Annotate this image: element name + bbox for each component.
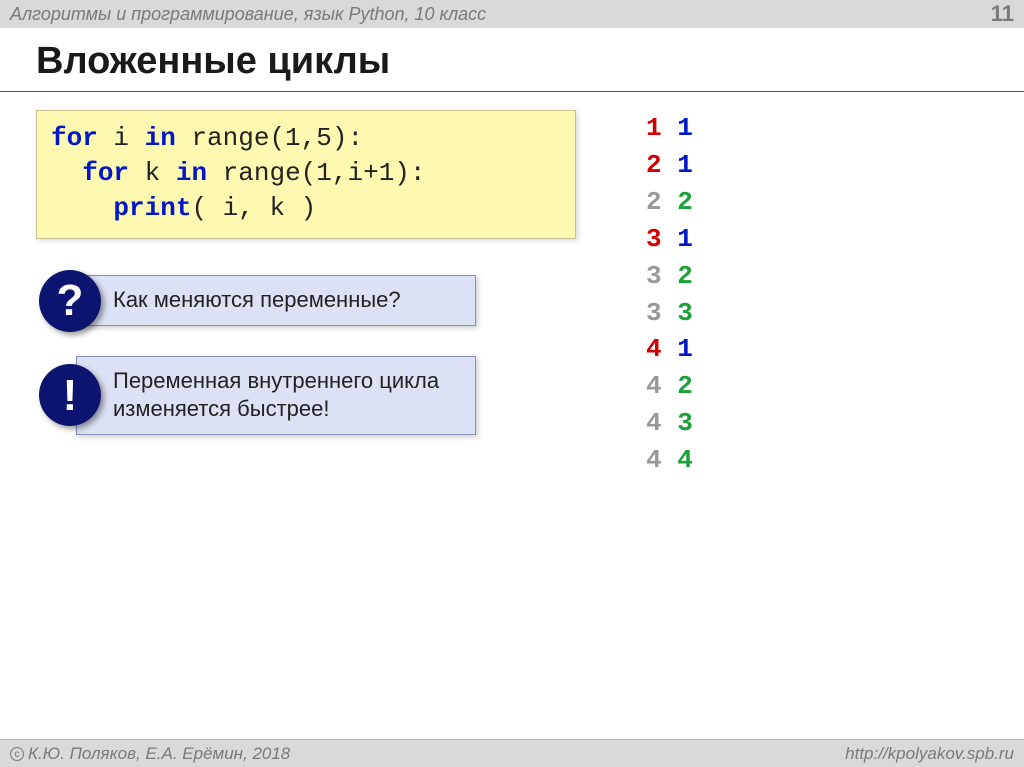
output-i: 2	[646, 150, 662, 180]
code-text: range(1,5):	[176, 123, 363, 153]
output-row: 4 4	[646, 442, 693, 479]
output-i: 3	[646, 224, 662, 254]
footer-bar: c К.Ю. Поляков, Е.А. Ерёмин, 2018 http:/…	[0, 739, 1024, 767]
footer-url: http://kpolyakov.spb.ru	[845, 744, 1014, 764]
output-i: 4	[646, 334, 662, 364]
left-column: for i in range(1,5): for k in range(1,i+…	[36, 110, 576, 479]
output-i: 1	[646, 113, 662, 143]
output-i: 3	[646, 261, 662, 291]
code-indent	[51, 158, 82, 188]
code-keyword: in	[176, 158, 207, 188]
copyright-icon: c	[10, 747, 24, 761]
exclaim-text: Переменная внутреннего цикла изменяется …	[113, 368, 439, 422]
code-text: ( i, k )	[191, 193, 316, 223]
exclaim-badge-icon: !	[39, 364, 101, 426]
output-i: 4	[646, 445, 662, 475]
header-bar: Алгоритмы и программирование, язык Pytho…	[0, 0, 1024, 28]
output-row: 4 2	[646, 368, 693, 405]
output-k: 1	[677, 334, 693, 364]
exclaim-callout: ! Переменная внутреннего цикла изменяетс…	[76, 356, 476, 435]
output-k: 2	[677, 187, 693, 217]
program-output: 1 12 12 23 13 23 34 14 24 34 4	[626, 110, 693, 479]
output-row: 4 3	[646, 405, 693, 442]
footer-authors-text: К.Ю. Поляков, Е.А. Ерёмин, 2018	[28, 744, 290, 764]
code-text: range(1,i+1):	[207, 158, 425, 188]
output-k: 2	[677, 261, 693, 291]
page-number: 11	[991, 1, 1014, 27]
output-row: 1 1	[646, 110, 693, 147]
output-row: 2 2	[646, 184, 693, 221]
output-k: 3	[677, 298, 693, 328]
output-k: 1	[677, 113, 693, 143]
output-row: 2 1	[646, 147, 693, 184]
output-row: 3 1	[646, 221, 693, 258]
code-block: for i in range(1,5): for k in range(1,i+…	[36, 110, 576, 239]
question-badge-icon: ?	[39, 270, 101, 332]
code-indent	[51, 193, 113, 223]
code-keyword: in	[145, 123, 176, 153]
output-row: 3 3	[646, 295, 693, 332]
question-callout: ? Как меняются переменные?	[76, 275, 476, 326]
question-text: Как меняются переменные?	[113, 287, 401, 312]
code-keyword: for	[82, 158, 129, 188]
code-keyword: for	[51, 123, 98, 153]
breadcrumb: Алгоритмы и программирование, язык Pytho…	[10, 4, 486, 25]
output-row: 4 1	[646, 331, 693, 368]
output-k: 3	[677, 408, 693, 438]
output-i: 2	[646, 187, 662, 217]
code-text: k	[129, 158, 176, 188]
code-text: i	[98, 123, 145, 153]
output-k: 2	[677, 371, 693, 401]
title-divider	[0, 91, 1024, 92]
output-k: 1	[677, 224, 693, 254]
output-k: 1	[677, 150, 693, 180]
output-k: 4	[677, 445, 693, 475]
output-i: 3	[646, 298, 662, 328]
output-i: 4	[646, 408, 662, 438]
content-area: for i in range(1,5): for k in range(1,i+…	[0, 110, 1024, 479]
output-row: 3 2	[646, 258, 693, 295]
footer-authors: c К.Ю. Поляков, Е.А. Ерёмин, 2018	[10, 744, 290, 764]
code-function: print	[113, 193, 191, 223]
output-i: 4	[646, 371, 662, 401]
page-title: Вложенные циклы	[0, 28, 1024, 91]
